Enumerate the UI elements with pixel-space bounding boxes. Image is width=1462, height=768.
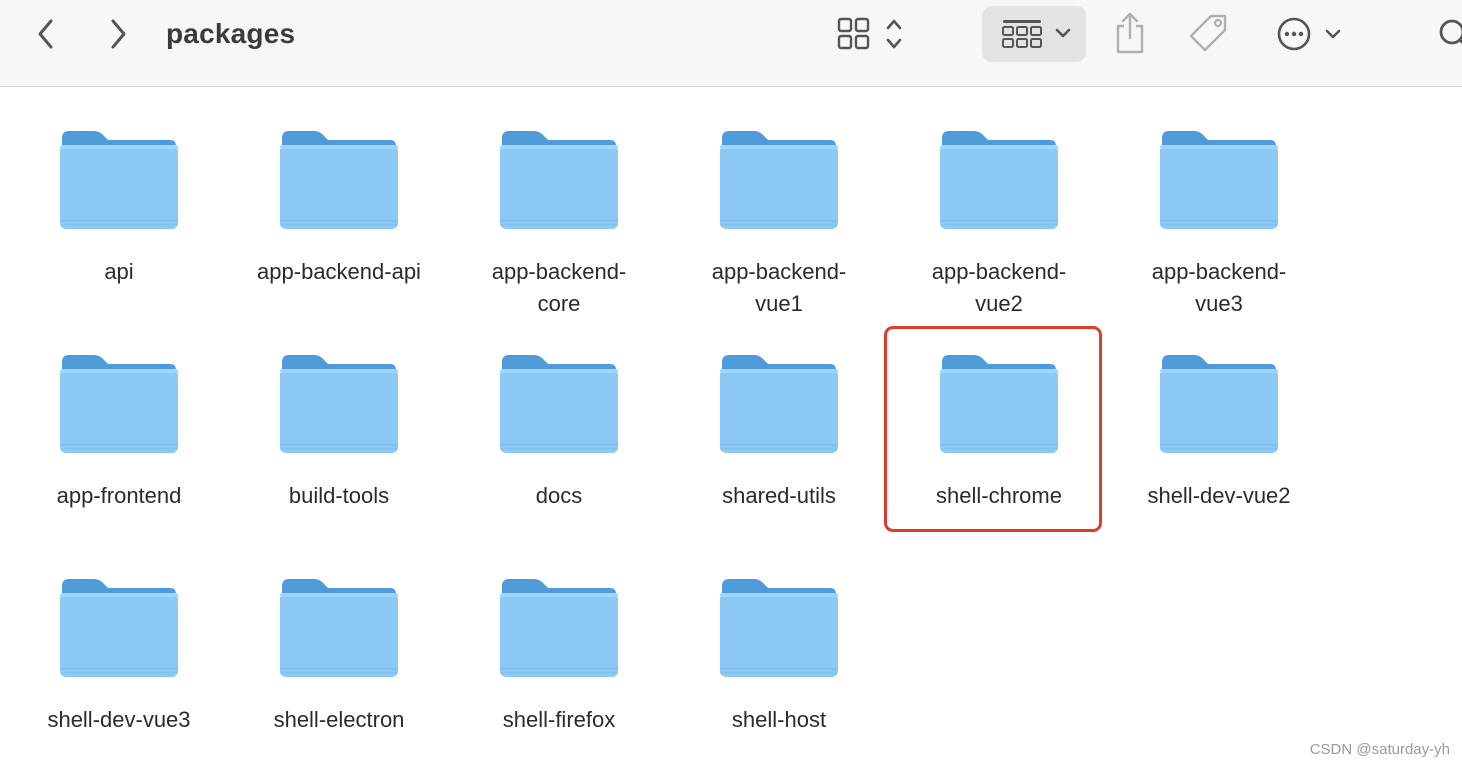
folder-icon [720,579,838,677]
folder-icon [500,579,618,677]
folder-icon [1160,355,1278,453]
folder-grid: api app-backend-api app-backend-core app-ba… [0,88,1462,768]
folder-icon [720,355,838,453]
folder-label: app-frontend [56,483,182,508]
folder-item[interactable]: api [19,88,219,298]
folder-label: shell-electron [273,707,405,732]
view-mode-button[interactable] [834,12,918,56]
folder-item[interactable]: app-backend-core [459,88,659,316]
more-actions-button[interactable] [1270,12,1350,56]
folder-item[interactable]: shell-dev-vue3 [19,536,219,746]
folder-label: docs [535,483,583,508]
watermark: CSDN @saturday-yh [1309,741,1450,758]
folder-item[interactable]: app-frontend [19,312,219,522]
folder-label: shell-host [731,707,827,732]
share-button[interactable] [1108,8,1152,58]
share-icon [1116,12,1144,54]
folder-item[interactable]: build-tools [239,312,439,522]
folder-item[interactable]: app-backend-vue3 [1119,88,1319,316]
search-icon [1439,19,1462,45]
folder-label: shared-utils [722,483,836,508]
folder-label: app-backend-vue3 [1151,259,1287,316]
folder-label: app-backend-vue2 [931,259,1067,316]
folder-item[interactable]: shell-host [679,536,879,746]
folder-icon [1160,131,1278,229]
folder-icon [280,131,398,229]
folder-item[interactable]: shell-dev-vue2 [1119,312,1319,522]
folder-label: app-backend-api [257,259,421,284]
forward-button[interactable] [98,14,138,54]
back-button[interactable] [26,14,66,54]
folder-item[interactable]: app-backend-api [239,88,439,298]
folder-icon [60,355,178,453]
search-button[interactable] [1432,12,1462,56]
folder-icon [60,579,178,677]
highlight-box [884,326,1102,532]
folder-icon [60,131,178,229]
folder-icon [500,355,618,453]
folder-item[interactable]: app-backend-vue1 [679,88,879,316]
chevron-right-icon [111,19,126,49]
folder-item[interactable]: shared-utils [679,312,879,522]
folder-item[interactable]: docs [459,312,659,522]
group-by-button[interactable] [982,6,1086,62]
folder-icon [720,131,838,229]
folder-label: app-backend-core [491,259,627,316]
chevron-left-icon [38,19,53,49]
folder-label: build-tools [288,483,390,508]
folder-label: shell-firefox [502,707,616,732]
folder-icon [280,579,398,677]
folder-icon [500,131,618,229]
folder-label: api [104,259,134,284]
folder-item[interactable]: shell-electron [239,536,439,746]
group-by-icon [1002,20,1071,48]
toolbar: packages [0,0,1462,87]
folder-icon [280,355,398,453]
tag-button[interactable] [1186,12,1232,56]
folder-item[interactable]: app-backend-vue2 [899,88,1099,316]
folder-item[interactable]: shell-firefox [459,536,659,746]
window-title: packages [166,18,296,49]
ellipsis-circle-icon [1277,17,1341,51]
folder-label: shell-dev-vue3 [47,707,191,732]
grid-view-icon [837,17,902,50]
tag-icon [1189,14,1227,52]
folder-label: app-backend-vue1 [711,259,847,316]
folder-icon [940,131,1058,229]
finder-window: packages api app-backend-api app-backend… [0,0,1462,768]
folder-label: shell-dev-vue2 [1147,483,1291,508]
